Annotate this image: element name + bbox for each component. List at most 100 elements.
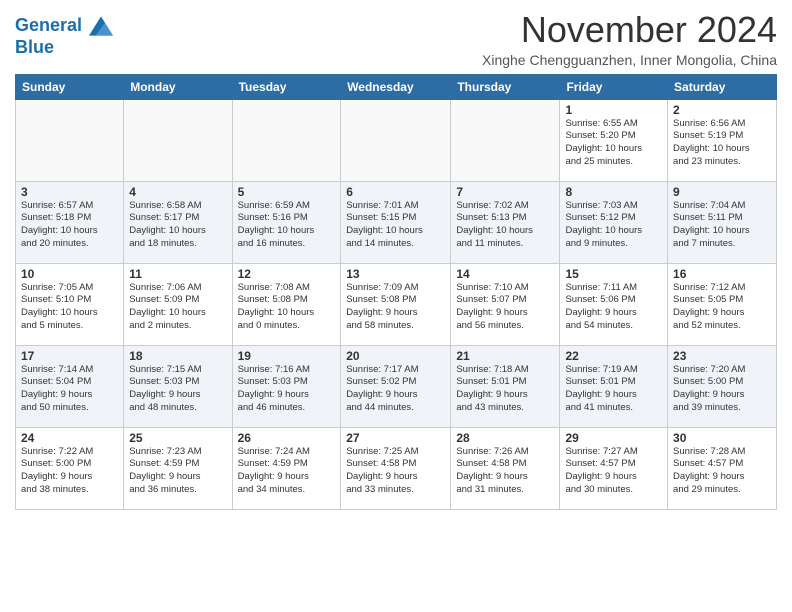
day-info: Sunrise: 7:25 AM Sunset: 4:58 PM Dayligh… bbox=[346, 446, 445, 497]
day-number: 17 bbox=[21, 349, 118, 363]
weekday-saturday: Saturday bbox=[668, 74, 777, 99]
calendar-cell: 1Sunrise: 6:55 AM Sunset: 5:20 PM Daylig… bbox=[560, 99, 668, 181]
day-info: Sunrise: 7:02 AM Sunset: 5:13 PM Dayligh… bbox=[456, 200, 554, 251]
day-info: Sunrise: 7:20 AM Sunset: 5:00 PM Dayligh… bbox=[673, 364, 771, 415]
day-number: 14 bbox=[456, 267, 554, 281]
day-info: Sunrise: 7:12 AM Sunset: 5:05 PM Dayligh… bbox=[673, 282, 771, 333]
day-number: 3 bbox=[21, 185, 118, 199]
day-number: 29 bbox=[565, 431, 662, 445]
day-info: Sunrise: 7:18 AM Sunset: 5:01 PM Dayligh… bbox=[456, 364, 554, 415]
day-number: 9 bbox=[673, 185, 771, 199]
calendar-cell: 11Sunrise: 7:06 AM Sunset: 5:09 PM Dayli… bbox=[124, 263, 232, 345]
location: Xinghe Chengguanzhen, Inner Mongolia, Ch… bbox=[482, 52, 777, 68]
day-number: 19 bbox=[238, 349, 336, 363]
day-info: Sunrise: 7:03 AM Sunset: 5:12 PM Dayligh… bbox=[565, 200, 662, 251]
logo: General Blue bbox=[15, 14, 113, 58]
calendar-cell: 3Sunrise: 6:57 AM Sunset: 5:18 PM Daylig… bbox=[16, 181, 124, 263]
day-info: Sunrise: 7:04 AM Sunset: 5:11 PM Dayligh… bbox=[673, 200, 771, 251]
day-number: 10 bbox=[21, 267, 118, 281]
calendar-cell: 19Sunrise: 7:16 AM Sunset: 5:03 PM Dayli… bbox=[232, 345, 341, 427]
calendar-cell: 6Sunrise: 7:01 AM Sunset: 5:15 PM Daylig… bbox=[341, 181, 451, 263]
day-info: Sunrise: 7:08 AM Sunset: 5:08 PM Dayligh… bbox=[238, 282, 336, 333]
day-number: 27 bbox=[346, 431, 445, 445]
calendar-cell: 21Sunrise: 7:18 AM Sunset: 5:01 PM Dayli… bbox=[451, 345, 560, 427]
calendar: SundayMondayTuesdayWednesdayThursdayFrid… bbox=[15, 74, 777, 510]
day-info: Sunrise: 7:05 AM Sunset: 5:10 PM Dayligh… bbox=[21, 282, 118, 333]
day-info: Sunrise: 7:11 AM Sunset: 5:06 PM Dayligh… bbox=[565, 282, 662, 333]
calendar-cell: 4Sunrise: 6:58 AM Sunset: 5:17 PM Daylig… bbox=[124, 181, 232, 263]
day-number: 13 bbox=[346, 267, 445, 281]
day-number: 20 bbox=[346, 349, 445, 363]
logo-text: General bbox=[15, 14, 113, 38]
calendar-cell: 26Sunrise: 7:24 AM Sunset: 4:59 PM Dayli… bbox=[232, 427, 341, 509]
weekday-monday: Monday bbox=[124, 74, 232, 99]
day-number: 15 bbox=[565, 267, 662, 281]
title-section: November 2024 Xinghe Chengguanzhen, Inne… bbox=[482, 10, 777, 68]
calendar-cell bbox=[124, 99, 232, 181]
day-number: 22 bbox=[565, 349, 662, 363]
week-row-4: 17Sunrise: 7:14 AM Sunset: 5:04 PM Dayli… bbox=[16, 345, 777, 427]
calendar-cell: 10Sunrise: 7:05 AM Sunset: 5:10 PM Dayli… bbox=[16, 263, 124, 345]
month-year: November 2024 bbox=[482, 10, 777, 50]
weekday-header-row: SundayMondayTuesdayWednesdayThursdayFrid… bbox=[16, 74, 777, 99]
calendar-cell: 23Sunrise: 7:20 AM Sunset: 5:00 PM Dayli… bbox=[668, 345, 777, 427]
weekday-tuesday: Tuesday bbox=[232, 74, 341, 99]
calendar-cell: 14Sunrise: 7:10 AM Sunset: 5:07 PM Dayli… bbox=[451, 263, 560, 345]
day-number: 4 bbox=[129, 185, 226, 199]
day-number: 1 bbox=[565, 103, 662, 117]
day-number: 12 bbox=[238, 267, 336, 281]
page: General Blue November 2024 Xinghe Chengg… bbox=[0, 0, 792, 515]
week-row-5: 24Sunrise: 7:22 AM Sunset: 5:00 PM Dayli… bbox=[16, 427, 777, 509]
calendar-cell: 29Sunrise: 7:27 AM Sunset: 4:57 PM Dayli… bbox=[560, 427, 668, 509]
calendar-cell: 28Sunrise: 7:26 AM Sunset: 4:58 PM Dayli… bbox=[451, 427, 560, 509]
calendar-cell: 8Sunrise: 7:03 AM Sunset: 5:12 PM Daylig… bbox=[560, 181, 668, 263]
day-number: 16 bbox=[673, 267, 771, 281]
calendar-cell: 12Sunrise: 7:08 AM Sunset: 5:08 PM Dayli… bbox=[232, 263, 341, 345]
day-info: Sunrise: 7:26 AM Sunset: 4:58 PM Dayligh… bbox=[456, 446, 554, 497]
day-info: Sunrise: 7:14 AM Sunset: 5:04 PM Dayligh… bbox=[21, 364, 118, 415]
weekday-wednesday: Wednesday bbox=[341, 74, 451, 99]
calendar-cell: 25Sunrise: 7:23 AM Sunset: 4:59 PM Dayli… bbox=[124, 427, 232, 509]
day-info: Sunrise: 7:10 AM Sunset: 5:07 PM Dayligh… bbox=[456, 282, 554, 333]
day-info: Sunrise: 7:09 AM Sunset: 5:08 PM Dayligh… bbox=[346, 282, 445, 333]
calendar-cell: 20Sunrise: 7:17 AM Sunset: 5:02 PM Dayli… bbox=[341, 345, 451, 427]
day-info: Sunrise: 7:23 AM Sunset: 4:59 PM Dayligh… bbox=[129, 446, 226, 497]
day-info: Sunrise: 7:24 AM Sunset: 4:59 PM Dayligh… bbox=[238, 446, 336, 497]
calendar-cell bbox=[341, 99, 451, 181]
day-number: 6 bbox=[346, 185, 445, 199]
weekday-sunday: Sunday bbox=[16, 74, 124, 99]
calendar-cell bbox=[16, 99, 124, 181]
day-info: Sunrise: 7:01 AM Sunset: 5:15 PM Dayligh… bbox=[346, 200, 445, 251]
day-info: Sunrise: 7:28 AM Sunset: 4:57 PM Dayligh… bbox=[673, 446, 771, 497]
calendar-cell: 24Sunrise: 7:22 AM Sunset: 5:00 PM Dayli… bbox=[16, 427, 124, 509]
day-number: 23 bbox=[673, 349, 771, 363]
logo-blue: Blue bbox=[15, 38, 113, 58]
day-info: Sunrise: 7:22 AM Sunset: 5:00 PM Dayligh… bbox=[21, 446, 118, 497]
day-number: 18 bbox=[129, 349, 226, 363]
day-number: 5 bbox=[238, 185, 336, 199]
day-info: Sunrise: 7:27 AM Sunset: 4:57 PM Dayligh… bbox=[565, 446, 662, 497]
day-info: Sunrise: 6:57 AM Sunset: 5:18 PM Dayligh… bbox=[21, 200, 118, 251]
calendar-cell: 9Sunrise: 7:04 AM Sunset: 5:11 PM Daylig… bbox=[668, 181, 777, 263]
week-row-2: 3Sunrise: 6:57 AM Sunset: 5:18 PM Daylig… bbox=[16, 181, 777, 263]
calendar-cell: 13Sunrise: 7:09 AM Sunset: 5:08 PM Dayli… bbox=[341, 263, 451, 345]
weekday-thursday: Thursday bbox=[451, 74, 560, 99]
day-info: Sunrise: 6:59 AM Sunset: 5:16 PM Dayligh… bbox=[238, 200, 336, 251]
day-info: Sunrise: 7:06 AM Sunset: 5:09 PM Dayligh… bbox=[129, 282, 226, 333]
calendar-cell: 17Sunrise: 7:14 AM Sunset: 5:04 PM Dayli… bbox=[16, 345, 124, 427]
logo-icon bbox=[89, 14, 113, 38]
day-number: 7 bbox=[456, 185, 554, 199]
day-number: 2 bbox=[673, 103, 771, 117]
calendar-cell: 2Sunrise: 6:56 AM Sunset: 5:19 PM Daylig… bbox=[668, 99, 777, 181]
day-info: Sunrise: 7:15 AM Sunset: 5:03 PM Dayligh… bbox=[129, 364, 226, 415]
calendar-cell: 15Sunrise: 7:11 AM Sunset: 5:06 PM Dayli… bbox=[560, 263, 668, 345]
day-info: Sunrise: 6:58 AM Sunset: 5:17 PM Dayligh… bbox=[129, 200, 226, 251]
week-row-3: 10Sunrise: 7:05 AM Sunset: 5:10 PM Dayli… bbox=[16, 263, 777, 345]
calendar-cell: 18Sunrise: 7:15 AM Sunset: 5:03 PM Dayli… bbox=[124, 345, 232, 427]
weekday-friday: Friday bbox=[560, 74, 668, 99]
day-info: Sunrise: 7:16 AM Sunset: 5:03 PM Dayligh… bbox=[238, 364, 336, 415]
day-info: Sunrise: 7:19 AM Sunset: 5:01 PM Dayligh… bbox=[565, 364, 662, 415]
day-number: 28 bbox=[456, 431, 554, 445]
calendar-cell bbox=[232, 99, 341, 181]
day-number: 30 bbox=[673, 431, 771, 445]
